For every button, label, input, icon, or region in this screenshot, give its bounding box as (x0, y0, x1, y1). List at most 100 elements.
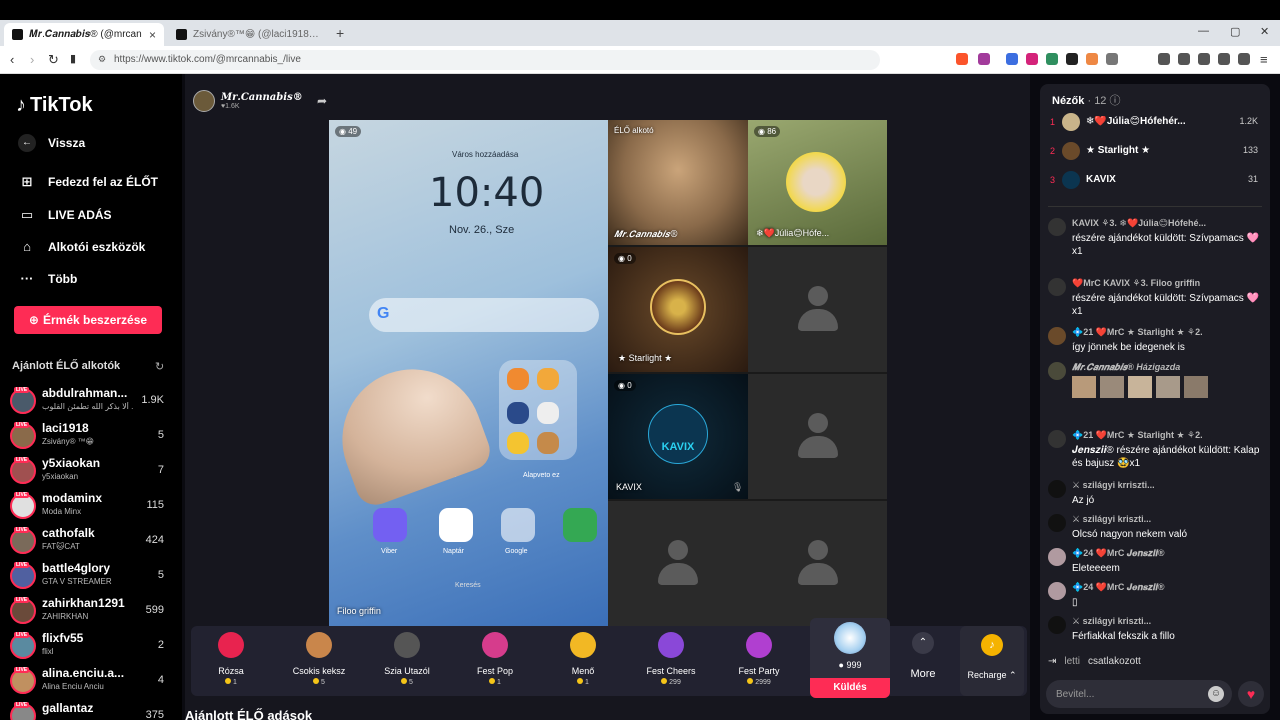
nav-explore-live[interactable]: ⊞ Fedezd fel az ÉLŐT (18, 174, 158, 190)
like-heart-button[interactable]: ♥ (1238, 681, 1264, 707)
tiktok-logo[interactable]: ♪ TikTok (16, 94, 93, 117)
viewer-rank-item[interactable]: 3 KAVIX 31 (1048, 170, 1262, 192)
guest-tile-host[interactable]: ÉLŐ alkotó 𝑴𝒓.𝑪𝒂𝒏𝒏𝒂𝒃𝒊𝒔® (608, 120, 748, 245)
tab-bar: 𝑴𝒓.𝑪𝒂𝒏𝒏𝒂𝒃𝒊𝒔® (@mrcan × Zsivány®™😁 (@laci… (0, 20, 1280, 46)
reload-icon[interactable]: ↻ (48, 52, 59, 68)
guest-tile-filoo[interactable]: ◉ 49 Város hozzáadása 10:40 Nov. 26., Sz… (329, 120, 608, 626)
message-text: Az jó (1072, 495, 1095, 506)
empty-guest-slot[interactable] (748, 374, 887, 499)
emoji-icon[interactable]: ☺ (1208, 686, 1224, 702)
empty-guest-slot[interactable] (748, 247, 887, 372)
sidebar-icon[interactable] (1178, 53, 1190, 65)
gift-cookie[interactable]: Csokis keksz 5 (279, 632, 359, 692)
brave-shield-icon[interactable] (956, 53, 968, 65)
bookmark-icon[interactable]: ▮ (70, 52, 76, 65)
guest-tile-julia[interactable]: ◉ 86 ❄❤️Júlia😊Hófe... (748, 120, 887, 245)
creator-item[interactable]: LIVE flixfv55 flixl 2 (10, 631, 170, 663)
guest-tile-kavix[interactable]: ◉ 0 KAVIX KAVIX 🎙 (608, 374, 748, 499)
viewer-rank-item[interactable]: 1 ❄❤️Júlia😊Hófehér... 1.2K (1048, 112, 1262, 134)
gift-fest-party[interactable]: Fest Party 2999 (719, 632, 799, 692)
url-field[interactable]: ⚙ https://www.tiktok.com/@mrcannabis_/li… (90, 50, 880, 70)
forward-icon[interactable]: › (30, 52, 34, 67)
creator-item[interactable]: LIVE battle4glory GTA V STREAMER 5 (10, 561, 170, 593)
vpn-icon[interactable] (1238, 53, 1250, 65)
gift-rose[interactable]: Rózsa 1 (191, 632, 271, 692)
selected-gift[interactable]: ● 999 Küldés (810, 618, 890, 698)
recharge-button[interactable]: ♪ Recharge ⌃ (960, 626, 1024, 696)
empty-guest-slot[interactable] (608, 501, 748, 626)
nav-more[interactable]: ··· Több (18, 271, 78, 286)
message-author[interactable]: 𝑴𝒓.𝑪𝒂𝒏𝒏𝒂𝒃𝒊𝒔® Házigazda (1072, 362, 1180, 373)
tab-mrcannabis[interactable]: 𝑴𝒓.𝑪𝒂𝒏𝒏𝒂𝒃𝒊𝒔® (@mrcan × (4, 23, 164, 46)
viewers-header[interactable]: Nézők · 12 ⓘ (1052, 92, 1121, 108)
join-user[interactable]: letti (1064, 656, 1080, 667)
wallet-icon[interactable] (1198, 53, 1210, 65)
nav-back[interactable]: ← Vissza (18, 134, 85, 152)
gift-cool[interactable]: Menő 1 (543, 632, 623, 692)
creator-item[interactable]: LIVE laci1918 Zsivány® ™😁 5 (10, 421, 170, 453)
guest-tile-starlight[interactable]: ◉ 0 ★ Starlight ★ (608, 247, 748, 372)
app-icon (563, 508, 597, 542)
nav-creator-tools[interactable]: ⌂ Alkotói eszközök (18, 239, 145, 254)
message-author[interactable]: ⚔ szilágyi kriszti... (1072, 514, 1151, 525)
host-info[interactable]: 𝑴𝒓.𝑪𝒂𝒏𝒏𝒂𝒃𝒊𝒔® ♥1.6K (193, 90, 303, 112)
media-icon[interactable] (1158, 53, 1170, 65)
message-author[interactable]: 💠24 ❤️MrC 𝑱𝒆𝒏𝒔𝒛𝒊𝒊® (1072, 548, 1165, 559)
extension-k-icon[interactable] (1026, 53, 1038, 65)
creator-item[interactable]: LIVE alina.enciu.a... Alina Enciu Anciu … (10, 666, 170, 698)
extension-leaf-icon[interactable] (1046, 53, 1058, 65)
creator-item[interactable]: LIVE abdulrahman... ألا بذكر الله تطمئن … (10, 386, 170, 418)
gift-fest-pop[interactable]: Fest Pop 1 (455, 632, 535, 692)
more-gifts-button[interactable]: ⌃ More (901, 632, 945, 680)
message-author[interactable]: KAVIX ⚘3. ❄❤️Júlia😊Hófehé... (1072, 218, 1206, 229)
empty-user-icon (797, 412, 838, 461)
creator-item[interactable]: LIVE cathofalk FAT🐱CAT 424 (10, 526, 170, 558)
share-icon[interactable]: ➦ (317, 94, 327, 108)
message-author[interactable]: 💠21 ❤️MrC ★ Starlight ★ ⚘2. (1072, 327, 1203, 338)
tab-laci1918[interactable]: Zsivány®™😁 (@laci1918) ÉLŐ a (168, 23, 328, 46)
new-tab-button[interactable]: + (336, 25, 344, 41)
viewer-rank-item[interactable]: 2 ★ Starlight ★ 133 (1048, 141, 1262, 163)
extension-translate-icon[interactable] (1006, 53, 1018, 65)
refresh-icon[interactable]: ↻ (155, 360, 164, 373)
avatar (1062, 142, 1080, 160)
host-tile-label: ÉLŐ alkotó (614, 126, 654, 135)
info-icon[interactable]: ⓘ (1110, 95, 1121, 107)
app-label: Keresés (455, 582, 481, 589)
leo-ai-icon[interactable] (1218, 53, 1230, 65)
gift-hi-traveler[interactable]: Szia Utazól 5 (367, 632, 447, 692)
message-author[interactable]: 💠21 ❤️MrC ★ Starlight ★ ⚘2. (1072, 430, 1203, 441)
get-coins-button[interactable]: ⊕ Érmék beszerzése (14, 306, 162, 334)
menu-icon[interactable]: ≡ (1260, 52, 1268, 67)
message-author[interactable]: ⚔ szilágyi krriszti... (1072, 480, 1155, 491)
gift-fest-cheers[interactable]: Fest Cheers 299 (631, 632, 711, 692)
avatar (1048, 480, 1066, 498)
extension-color-icon[interactable] (1086, 53, 1098, 65)
back-icon[interactable]: ‹ (10, 52, 14, 67)
close-tab-icon[interactable]: × (149, 28, 156, 42)
message-author[interactable]: ⚔ szilágyi kriszti... (1072, 616, 1151, 627)
chat-input[interactable] (1056, 686, 1196, 702)
rewards-icon[interactable] (978, 53, 990, 65)
message-author[interactable]: ❤️MrC KAVIX ⚘3. Filoo griffin (1072, 278, 1200, 289)
creator-item[interactable]: LIVE modaminx Moda Minx 115 (10, 491, 170, 523)
creator-item[interactable]: LIVE zahirkhan1291 ZAHIRKHAN 599 (10, 596, 170, 628)
minimize-icon[interactable]: — (1198, 25, 1209, 37)
send-gift-button[interactable]: Küldés (810, 678, 890, 698)
extension-dark-icon[interactable] (1066, 53, 1078, 65)
message-author[interactable]: 💠24 ❤️MrC 𝑱𝒆𝒏𝒔𝒛𝒊𝒊® (1072, 582, 1165, 593)
gift-name: Fest Party (738, 666, 780, 676)
sunglasses-icon (570, 632, 596, 658)
explore-icon: ⊞ (21, 174, 33, 189)
creator-item[interactable]: LIVE y5xiaokan y5xiaokan 7 (10, 456, 170, 488)
avatar: LIVE (10, 667, 36, 694)
empty-guest-slot[interactable] (748, 501, 887, 626)
maximize-icon[interactable]: ▢ (1230, 25, 1240, 38)
creator-item[interactable]: LIVE gallantaz 375 (10, 701, 170, 720)
close-window-icon[interactable]: ✕ (1260, 25, 1269, 38)
avatar: LIVE (10, 527, 36, 554)
host-avatar[interactable] (193, 90, 215, 112)
extensions-puzzle-icon[interactable] (1106, 53, 1118, 65)
site-info-icon[interactable]: ⚙ (98, 54, 106, 65)
nav-live-broadcast[interactable]: ▭ LIVE ADÁS (18, 207, 112, 223)
